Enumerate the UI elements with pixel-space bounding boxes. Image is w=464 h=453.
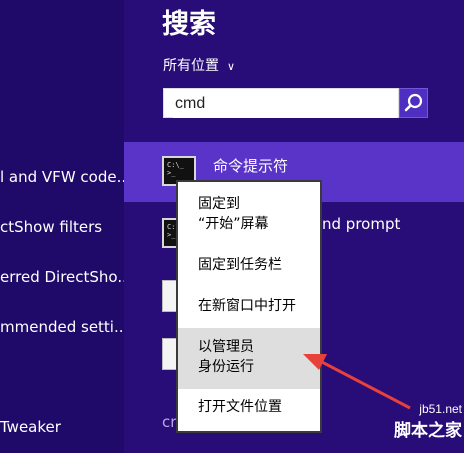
search-box (163, 88, 399, 118)
run-as-admin-item[interactable]: 以管理员 身份运行 (178, 328, 320, 389)
result-label[interactable]: cr (162, 413, 176, 431)
result-label: 命令提示符 (213, 157, 289, 175)
watermark-site: 脚本之家 (394, 421, 462, 441)
watermark-domain: jb51.net (419, 402, 462, 416)
search-button[interactable] (399, 88, 428, 118)
page-title: 搜索 (162, 9, 216, 40)
open-in-new-window-item[interactable]: 在新窗口中打开 (178, 296, 320, 318)
left-result-item[interactable]: mmended setti... (0, 318, 124, 336)
watermark: jb51.net 脚本之家 (376, 402, 462, 441)
annotation-arrow-icon (303, 354, 411, 410)
menu-item-label: “开始”屏幕 (198, 216, 269, 232)
pin-to-start-item[interactable]: 固定到 “开始”屏幕 (178, 194, 320, 240)
pin-to-taskbar-item[interactable]: 固定到任务栏 (178, 255, 320, 277)
scope-label: 所有位置 (163, 58, 219, 74)
app-results-pane: l and VFW code... ctShow filters erred D… (0, 0, 124, 453)
left-result-item[interactable]: ctShow filters (0, 218, 124, 236)
menu-item-label: 固定到 (198, 196, 240, 212)
chevron-down-icon: ∨ (227, 60, 236, 73)
menu-item-label: 在新窗口中打开 (198, 298, 296, 314)
left-result-item[interactable]: erred DirectSho... (0, 268, 124, 286)
menu-item-label: 固定到任务栏 (198, 257, 282, 273)
result-label[interactable]: nd prompt (322, 215, 400, 233)
search-input[interactable] (173, 90, 397, 118)
open-file-location-item[interactable]: 打开文件位置 (178, 397, 320, 419)
left-result-item[interactable]: Tweaker (0, 418, 124, 436)
left-result-item[interactable]: l and VFW code... (0, 168, 124, 186)
search-icon (404, 93, 423, 112)
scope-dropdown[interactable]: 所有位置 ∨ (163, 55, 235, 75)
